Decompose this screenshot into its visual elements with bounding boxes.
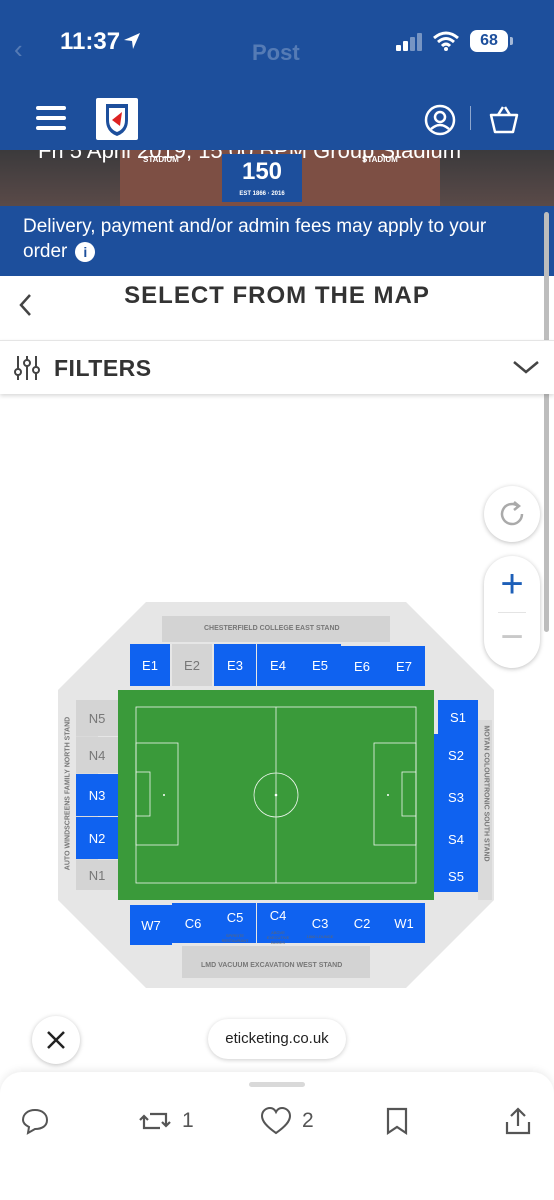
heart-icon <box>260 1106 292 1135</box>
sheet-grabber[interactable] <box>249 1082 305 1087</box>
north-stand-label: AUTO WINDSCREENS FAMILY NORTH STAND <box>64 716 72 871</box>
c5-sublabel: SPIREITE RESTAURANT <box>221 933 249 943</box>
info-icon[interactable]: i <box>75 241 96 262</box>
section-s4[interactable]: S4 <box>434 818 478 860</box>
west-stand-label: LMD VACUUM EXCAVATION WEST STAND <box>201 962 343 969</box>
share-button[interactable] <box>504 1104 532 1138</box>
section-e1[interactable]: E1 <box>130 644 170 686</box>
chevron-down-icon[interactable] <box>512 359 540 375</box>
section-n4: N4 <box>76 737 118 773</box>
app-header: ‹ Post 11:37 68 <box>0 0 554 150</box>
section-n3[interactable]: N3 <box>76 774 118 816</box>
like-count: 2 <box>302 1109 314 1132</box>
refresh-icon <box>500 501 524 526</box>
club-crest-logo[interactable] <box>96 98 138 140</box>
retweet-icon <box>139 1112 171 1130</box>
header-divider <box>470 106 471 130</box>
anniversary-badge: 150 EST 1866 · 2016 <box>222 154 302 202</box>
section-n1: N1 <box>76 860 118 890</box>
section-w7[interactable]: W7 <box>130 905 172 945</box>
section-c4-label: C4 <box>269 908 287 923</box>
share-icon <box>505 1107 531 1135</box>
section-w1[interactable]: W1 <box>383 903 425 943</box>
event-banner: Fri 5 April 2019, 15:00 BPM Group Stadiu… <box>0 150 554 206</box>
south-stand-label: MOTAN COLOURTRONIC SOUTH STAND <box>482 725 490 862</box>
c4-sublabel: ABOVE EXECUTIVE BOXES <box>266 930 290 945</box>
reply-icon <box>21 1108 49 1135</box>
section-e4[interactable]: E4 <box>257 644 299 686</box>
section-c5-label: C5 <box>226 910 244 925</box>
c3-sublabel: 1866 LOUNGE <box>306 934 334 939</box>
badge-number: 150 <box>241 158 283 185</box>
section-n5: N5 <box>76 700 118 736</box>
signal-icon <box>396 33 422 51</box>
bookmark-button[interactable] <box>384 1104 410 1138</box>
retweet-count: 1 <box>182 1109 194 1132</box>
account-icon[interactable] <box>424 104 456 136</box>
battery-tip <box>510 37 513 45</box>
stadium-map: CHESTERFIELD COLLEGE EAST STAND LMD VACU… <box>58 600 494 998</box>
reply-button[interactable] <box>20 1104 50 1138</box>
east-stand-label: CHESTERFIELD COLLEGE EAST STAND <box>204 625 340 632</box>
filters-bar[interactable]: FILTERS <box>0 340 554 394</box>
url-pill[interactable]: eticketing.co.uk <box>208 1019 346 1059</box>
ghost-title: Post <box>252 40 300 65</box>
page-title: SELECT FROM THE MAP <box>124 282 430 309</box>
clock: 11:37 <box>60 28 121 55</box>
close-browser-button[interactable] <box>32 1016 80 1064</box>
bookmark-icon <box>386 1107 408 1136</box>
menu-icon[interactable] <box>36 106 66 130</box>
section-s5[interactable]: S5 <box>434 860 478 892</box>
section-e3[interactable]: E3 <box>214 644 256 686</box>
section-s2[interactable]: S2 <box>434 734 478 776</box>
reset-view-button[interactable] <box>484 486 540 542</box>
section-c6[interactable]: C6 <box>172 903 214 943</box>
fees-notice: Delivery, payment and/or admin fees may … <box>0 206 554 276</box>
battery-indicator: 68 <box>470 30 508 52</box>
filters-label: FILTERS <box>54 355 152 381</box>
status-bar: ‹ Post 11:37 68 <box>0 0 554 90</box>
stadium-sign-right: STADIUM <box>362 155 398 164</box>
section-n2[interactable]: N2 <box>76 817 118 859</box>
section-e6[interactable]: E6 <box>341 646 383 686</box>
section-e2: E2 <box>172 644 212 686</box>
location-arrow-icon <box>124 33 140 49</box>
basket-icon[interactable] <box>488 104 520 134</box>
page-scrollbar[interactable] <box>544 212 549 632</box>
retweet-button[interactable]: 1 <box>138 1104 194 1138</box>
ghost-back-icon: ‹ <box>14 34 23 64</box>
close-icon <box>47 1031 65 1049</box>
like-button[interactable]: 2 <box>260 1104 314 1138</box>
section-e5[interactable]: E5 <box>299 644 341 686</box>
badge-sub: EST 1866 · 2016 <box>239 191 285 197</box>
sliders-icon <box>14 356 40 380</box>
wifi-icon <box>433 31 459 51</box>
section-c2[interactable]: C2 <box>341 903 383 943</box>
section-s1[interactable]: S1 <box>438 700 478 734</box>
section-e7[interactable]: E7 <box>383 646 425 686</box>
section-s3[interactable]: S3 <box>434 776 478 818</box>
stadium-sign-left: STADIUM <box>143 155 179 164</box>
